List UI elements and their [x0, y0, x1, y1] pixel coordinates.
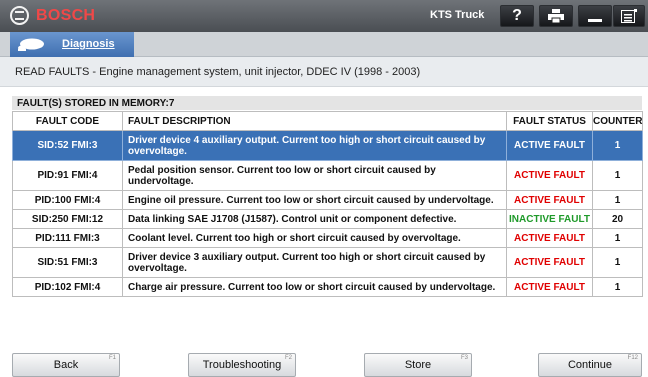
fault-code: PID:91 FMI:4 [12, 160, 123, 191]
fault-description: Pedal position sensor. Current too low o… [122, 160, 507, 191]
print-button[interactable] [539, 5, 573, 27]
print-icon [548, 9, 564, 23]
menu-button[interactable] [613, 5, 645, 27]
fault-code: PID:111 FMI:3 [12, 228, 123, 248]
list-menu-icon [621, 9, 637, 23]
faults-stored-count: FAULT(S) STORED IN MEMORY:7 [12, 96, 642, 110]
back-button-label: Back [53, 359, 79, 371]
fault-counter: 1 [592, 130, 643, 161]
tab-diagnosis-label: Diagnosis [62, 38, 115, 50]
title-bar: BOSCH KTS Truck ? [0, 0, 648, 32]
fault-row[interactable]: PID:111 FMI:3 Coolant level. Current too… [12, 228, 643, 248]
continue-fkey: F12 [627, 355, 638, 361]
module-tab-bar: Diagnosis [0, 32, 648, 57]
continue-button[interactable]: Continue F12 [538, 353, 642, 377]
column-header-counter: COUNTER [592, 111, 643, 131]
fault-row[interactable]: PID:100 FMI:4 Engine oil pressure. Curre… [12, 190, 643, 210]
fault-code: PID:102 FMI:4 [12, 277, 123, 297]
fault-counter: 1 [592, 160, 643, 191]
column-header-fault-status: FAULT STATUS [506, 111, 593, 131]
vehicle-icon [18, 38, 44, 51]
fault-status: ACTIVE FAULT [506, 228, 593, 248]
fault-code: PID:100 FMI:4 [12, 190, 123, 210]
continue-button-label: Continue [567, 359, 613, 371]
fault-table-header: FAULT CODE FAULT DESCRIPTION FAULT STATU… [12, 111, 643, 131]
fault-counter: 1 [592, 247, 643, 278]
fault-row[interactable]: SID:250 FMI:12 Data linking SAE J1708 (J… [12, 209, 643, 229]
fault-status: ACTIVE FAULT [506, 160, 593, 191]
fault-table: FAULT CODE FAULT DESCRIPTION FAULT STATU… [12, 111, 643, 297]
minimize-button[interactable] [578, 5, 612, 27]
fault-description: Driver device 4 auxiliary output. Curren… [122, 130, 507, 161]
column-header-fault-code: FAULT CODE [12, 111, 123, 131]
app-name: KTS Truck [430, 9, 485, 21]
fault-description: Driver device 3 auxiliary output. Curren… [122, 247, 507, 278]
fault-description: Coolant level. Current too high or short… [122, 228, 507, 248]
fault-code: SID:250 FMI:12 [12, 209, 123, 229]
fault-row[interactable]: PID:102 FMI:4 Charge air pressure. Curre… [12, 277, 643, 297]
troubleshooting-button[interactable]: Troubleshooting F2 [188, 353, 296, 377]
column-header-fault-description: FAULT DESCRIPTION [122, 111, 507, 131]
fault-counter: 1 [592, 190, 643, 210]
store-button[interactable]: Store F3 [364, 353, 472, 377]
minimize-icon [588, 19, 602, 22]
store-button-label: Store [404, 359, 432, 371]
troubleshooting-button-label: Troubleshooting [202, 359, 282, 371]
back-button[interactable]: Back F1 [12, 353, 120, 377]
fault-description: Data linking SAE J1708 (J1587). Control … [122, 209, 507, 229]
fault-status: ACTIVE FAULT [506, 130, 593, 161]
fault-status: INACTIVE FAULT [506, 209, 593, 229]
brand-name: BOSCH [36, 6, 96, 24]
fault-row[interactable]: PID:91 FMI:4 Pedal position sensor. Curr… [12, 160, 643, 191]
fault-row[interactable]: SID:52 FMI:3 Driver device 4 auxiliary o… [12, 130, 643, 161]
fault-code: SID:52 FMI:3 [12, 130, 123, 161]
fault-row[interactable]: SID:51 FMI:3 Driver device 3 auxiliary o… [12, 247, 643, 278]
fault-code: SID:51 FMI:3 [12, 247, 123, 278]
help-icon: ? [512, 7, 522, 24]
fault-status: ACTIVE FAULT [506, 190, 593, 210]
fault-description: Charge air pressure. Current too low or … [122, 277, 507, 297]
fault-counter: 20 [592, 209, 643, 229]
help-button[interactable]: ? [500, 5, 534, 27]
fault-counter: 1 [592, 228, 643, 248]
fault-status: ACTIVE FAULT [506, 277, 593, 297]
bosch-armature-icon [10, 6, 29, 25]
fault-status: ACTIVE FAULT [506, 247, 593, 278]
bosch-logo: BOSCH [10, 6, 95, 25]
fault-counter: 1 [592, 277, 643, 297]
page-heading: READ FAULTS - Engine management system, … [0, 57, 648, 87]
troubleshooting-fkey: F2 [284, 355, 292, 361]
fault-description: Engine oil pressure. Current too low or … [122, 190, 507, 210]
store-fkey: F3 [460, 355, 468, 361]
back-fkey: F1 [108, 355, 116, 361]
tab-diagnosis[interactable]: Diagnosis [10, 32, 134, 57]
